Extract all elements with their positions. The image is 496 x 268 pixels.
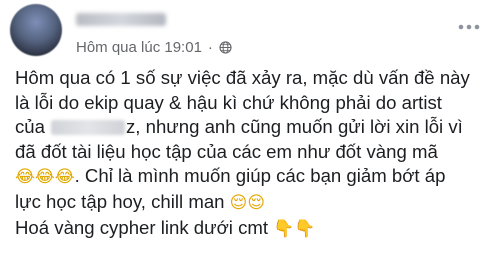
author-name-redacted[interactable] bbox=[76, 13, 166, 26]
post-meta: Hôm qua lúc 19:01 · bbox=[76, 39, 232, 56]
post-line: Hoá vàng cypher link dưới cmt 👇👇 bbox=[15, 216, 316, 239]
post-line: đã đốt tài liệu học tập của các em như đ… bbox=[15, 140, 438, 162]
post-line: của z, nhưng anh cũng muốn gửi lời xin lỗ… bbox=[15, 116, 463, 138]
post-header: Hôm qua lúc 19:01 · bbox=[8, 4, 488, 56]
post-line: 😂😂😂. Chỉ là mình muốn giúp các bạn giảm … bbox=[15, 165, 446, 188]
post-line: là lỗi do ekip quay & hậu kì chứ không p… bbox=[15, 91, 442, 113]
post-line: Hôm qua có 1 số sự việc đã xảy ra, mặc d… bbox=[15, 67, 470, 88]
globe-icon[interactable] bbox=[219, 41, 232, 54]
laughing-emoji: 😂😂😂 bbox=[15, 167, 75, 188]
post-timestamp[interactable]: Hôm qua lúc 19:01 bbox=[76, 39, 202, 56]
pointing-down-emoji: 👇👇 bbox=[273, 218, 316, 239]
post-line: lực học tập hoy, chill man 😌😌 bbox=[15, 190, 266, 213]
post-text: Hôm qua có 1 số sự việc đã xảy ra, mặc d… bbox=[15, 66, 491, 241]
more-options-icon[interactable] bbox=[458, 22, 480, 32]
relieved-emoji: 😌😌 bbox=[229, 192, 266, 213]
meta-separator: · bbox=[207, 39, 213, 56]
redacted-artist-name bbox=[50, 120, 125, 136]
avatar[interactable] bbox=[10, 4, 62, 56]
